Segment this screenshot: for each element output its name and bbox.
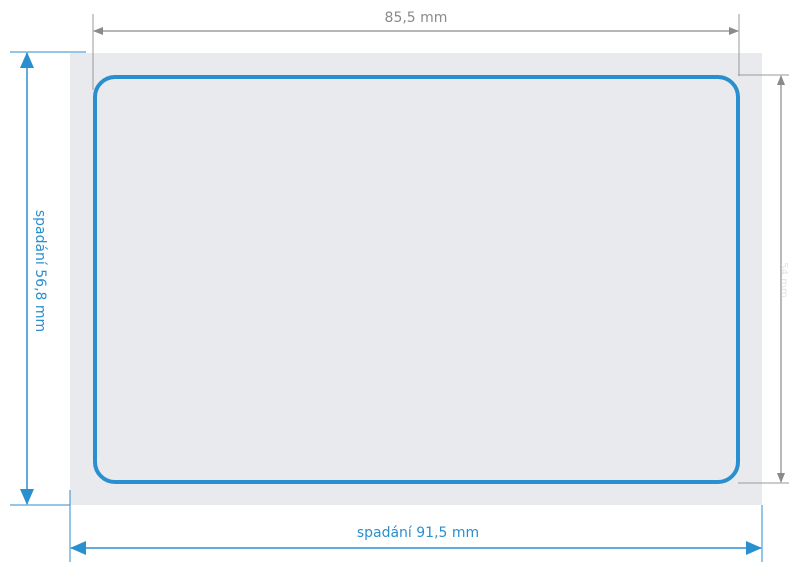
trim-width-label: 85,5 mm: [384, 10, 448, 26]
bleed-area: [70, 53, 762, 505]
bleed-height-label: spadání 56,8 mm: [32, 209, 48, 333]
bleed-width-label: spadání 91,5 mm: [356, 525, 480, 541]
trim-height-label: 54 mm: [778, 262, 789, 298]
card-dimension-diagram: [10, 14, 789, 562]
